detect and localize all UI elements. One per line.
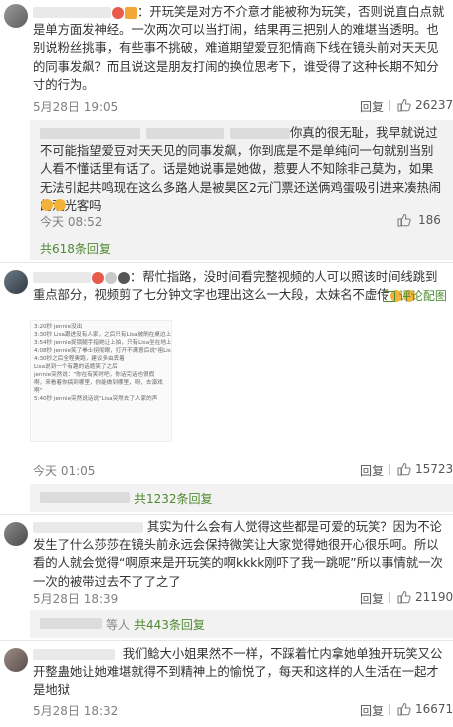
divider	[0, 514, 453, 515]
emoji-icon	[118, 271, 130, 284]
username[interactable]	[40, 618, 102, 629]
divider	[389, 592, 390, 603]
comment-time: 5月28日 18:32	[33, 704, 119, 718]
image-line: Lisa说到一个有趣的话题笑了之后	[34, 364, 118, 370]
comment-time: 5月28日 19:05	[33, 100, 119, 114]
replies-suffix: 等人	[106, 618, 131, 632]
image-line: 4:30秒之后全程奥跑，建议多由丢着	[34, 356, 125, 362]
comment-text: ：开玩笑是对方不介意才能被称为玩笑，否则说直白点就是单方面发神经。一次两次可以当…	[33, 4, 445, 92]
emoji-icon	[105, 271, 117, 284]
image-icon	[383, 291, 395, 302]
divider	[389, 100, 390, 111]
username[interactable]	[33, 522, 143, 533]
image-line: jennie突然说："你在有笑时吧，你话完话也很假啊，来看着你搞到哪里，你能做到…	[34, 372, 163, 394]
thumbs-up-icon[interactable]	[397, 98, 411, 112]
username[interactable]	[40, 128, 140, 139]
emoji-icon	[112, 6, 124, 19]
comment-time: 5月28日 18:39	[33, 592, 119, 606]
divider	[389, 704, 390, 715]
like-count: 16671	[415, 702, 453, 716]
like-count: 15723	[415, 462, 453, 476]
username[interactable]	[230, 128, 290, 139]
comment-time: 今天 01:05	[33, 464, 96, 478]
thumbs-up-icon[interactable]	[397, 590, 411, 604]
reply-button[interactable]: 回复	[360, 98, 384, 115]
username[interactable]	[146, 128, 224, 139]
image-line: 3:30秒 Lisa跟进没有人家，之后只有Lisa被刷在桌边上	[34, 332, 172, 338]
divider	[389, 464, 390, 475]
divider	[0, 640, 453, 641]
comment-text: 我们鲶大小姐果然不一样，不踩着忙内拿她单独开玩笑又公开整蛊她让她难堪就得不到精神…	[33, 646, 443, 698]
username[interactable]	[33, 7, 111, 18]
thumbs-up-icon[interactable]	[397, 213, 411, 227]
comment-text: 其实为什么会有人觉得这些都是可爱的玩笑？因为不论发生了什么莎莎在镜头前永远会保持…	[33, 519, 443, 589]
thumbs-up-icon[interactable]	[397, 702, 411, 716]
username[interactable]	[40, 492, 130, 503]
thumbs-up-icon[interactable]	[397, 462, 411, 476]
reply-button[interactable]: 回复	[360, 590, 384, 607]
view-replies-link[interactable]: 共1232条回复	[134, 490, 213, 507]
reply-button[interactable]: 回复	[360, 702, 384, 719]
avatar[interactable]	[4, 522, 28, 546]
image-line: 5:40秒 jennie突然说话说"Lisa突然去了人家的声	[34, 396, 158, 402]
avatar[interactable]	[4, 270, 28, 294]
sub-reply-text: 你真的很无耻，我早就说过不可能指望爱豆对天天见的同事发飙，你到底是不是单纯问一句…	[40, 125, 442, 213]
like-count: 186	[418, 213, 441, 227]
image-line: 3:54秒 jennie捉锁腿手指她让上拍，只有Lisa坐在地上	[34, 340, 172, 346]
username[interactable]	[33, 272, 91, 283]
emoji-icon	[41, 199, 53, 211]
comment-image-link[interactable]: 评论配图	[383, 287, 447, 304]
avatar[interactable]	[4, 4, 28, 28]
comment-image[interactable]: 3:20秒 jennie没出 3:30秒 Lisa跟进没有人家，之后只有Lisa…	[30, 320, 172, 442]
emoji-icon	[54, 199, 66, 211]
emoji-icon	[125, 6, 137, 19]
view-replies-link[interactable]: 共443条回复	[134, 616, 205, 633]
avatar[interactable]	[4, 648, 28, 672]
username[interactable]	[33, 649, 115, 660]
view-replies-link[interactable]: 共618条回复	[40, 240, 111, 257]
image-line: 3:20秒 jennie没出	[34, 324, 83, 330]
divider	[0, 262, 453, 263]
emoji-icon	[92, 271, 104, 284]
sub-reply-time: 今天 08:52	[40, 215, 103, 229]
image-line: 4:08秒 jennie笑了拳士拐彻眼，打开不满意后说"祖Lisa"	[34, 348, 172, 354]
like-count: 21190	[415, 590, 453, 604]
like-count: 26237	[415, 98, 453, 112]
reply-button[interactable]: 回复	[360, 462, 384, 479]
